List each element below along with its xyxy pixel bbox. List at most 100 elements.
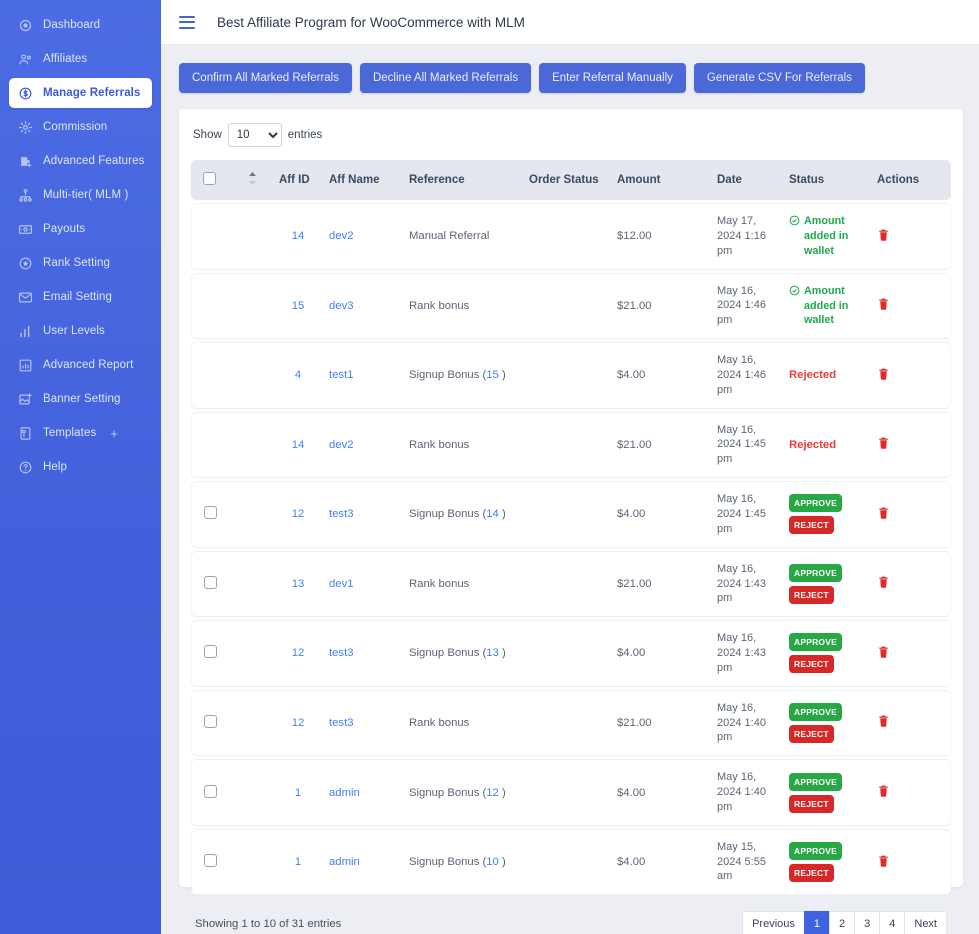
sidebar-item-affiliates[interactable]: Affiliates — [9, 44, 152, 74]
reject-button[interactable]: REJECT — [789, 585, 834, 604]
aff-id-link[interactable]: 15 — [292, 300, 305, 312]
delete-icon[interactable] — [877, 784, 890, 801]
select-all-checkbox[interactable] — [203, 172, 216, 185]
row-checkbox[interactable] — [204, 714, 217, 728]
reject-button[interactable]: REJECT — [789, 516, 834, 535]
aff-id-link[interactable]: 13 — [292, 578, 305, 590]
aff-id-link[interactable]: 14 — [292, 230, 305, 242]
aff-name-link[interactable]: dev3 — [329, 300, 354, 312]
sidebar-item-rank-setting[interactable]: Rank Setting — [9, 248, 152, 278]
delete-icon[interactable] — [877, 575, 890, 592]
sidebar-item-multi-tier-mlm[interactable]: Multi-tier( MLM ) — [9, 180, 152, 210]
row-checkbox[interactable] — [204, 506, 217, 520]
sidebar-item-banner-setting[interactable]: Banner Setting — [9, 384, 152, 414]
reference-text: Signup Bonus ( — [409, 508, 487, 521]
aff-name-link[interactable]: test3 — [329, 508, 354, 520]
pagination-1[interactable]: 1 — [803, 911, 830, 934]
column-header-amount[interactable]: Amount — [611, 160, 711, 200]
approve-button[interactable]: APPROVE — [789, 842, 842, 861]
aff-name-link[interactable]: test3 — [329, 717, 354, 729]
reject-button[interactable]: REJECT — [789, 864, 834, 883]
column-header-aff-name[interactable]: Aff Name — [323, 160, 403, 200]
cell-aff-name: test3 — [323, 481, 403, 548]
sidebar-item-expand-plus-icon[interactable]: + — [110, 426, 118, 441]
aff-name-link[interactable]: dev1 — [329, 578, 354, 590]
reference-order-link[interactable]: 13 — [486, 647, 499, 659]
sort-header[interactable] — [243, 160, 273, 200]
aff-id-link[interactable]: 4 — [295, 369, 301, 381]
aff-name-link[interactable]: dev2 — [329, 439, 354, 451]
column-header-status[interactable]: Status — [783, 160, 871, 200]
row-checkbox[interactable] — [204, 575, 217, 589]
column-header-order-status[interactable]: Order Status — [523, 160, 611, 200]
table-body: 14 dev2 Manual Referral $12.00 May 17, 2024 … — [191, 203, 951, 896]
sidebar-item-advanced-report[interactable]: Advanced Report — [9, 350, 152, 380]
delete-icon[interactable] — [877, 645, 890, 662]
cell-amount: $4.00 — [611, 828, 711, 896]
aff-name-link[interactable]: admin — [329, 787, 360, 799]
cell-aff-id: 4 — [273, 342, 323, 409]
enter-referral-manually-button[interactable]: Enter Referral Manually — [539, 63, 686, 93]
delete-icon[interactable] — [877, 854, 890, 871]
reject-button[interactable]: REJECT — [789, 655, 834, 674]
approve-button[interactable]: APPROVE — [789, 772, 842, 791]
table-row: 1 admin Signup Bonus (10 ) $4.00 May 15, 202… — [191, 828, 951, 896]
aff-id-link[interactable]: 1 — [295, 856, 301, 868]
column-header-date[interactable]: Date — [711, 160, 783, 200]
sidebar-item-help[interactable]: Help — [9, 452, 152, 482]
generate-csv-for-referrals-button[interactable]: Generate CSV For Referrals — [693, 63, 865, 93]
aff-name-link[interactable]: test1 — [329, 369, 354, 381]
delete-icon[interactable] — [877, 228, 890, 245]
approve-button[interactable]: APPROVE — [789, 563, 842, 582]
aff-id-link[interactable]: 14 — [292, 439, 305, 451]
sidebar-item-dashboard[interactable]: Dashboard — [9, 10, 152, 40]
approve-button[interactable]: APPROVE — [789, 702, 842, 721]
entries-per-page-select[interactable]: 102550100 — [227, 123, 282, 147]
column-header-reference[interactable]: Reference — [403, 160, 523, 200]
aff-id-link[interactable]: 12 — [292, 717, 305, 729]
sidebar-item-commission[interactable]: Commission — [9, 112, 152, 142]
row-checkbox[interactable] — [204, 784, 217, 798]
pagination-3[interactable]: 3 — [854, 911, 881, 934]
column-header-aff-id[interactable]: Aff ID — [273, 160, 323, 200]
delete-icon[interactable] — [877, 367, 890, 384]
aff-id-link[interactable]: 12 — [292, 647, 305, 659]
sidebar-item-label: Help — [43, 461, 68, 473]
confirm-all-marked-referrals-button[interactable]: Confirm All Marked Referrals — [179, 63, 352, 93]
reject-button[interactable]: REJECT — [789, 794, 834, 813]
cell-order-status — [523, 689, 611, 757]
delete-icon[interactable] — [877, 506, 890, 523]
sidebar-item-manage-referrals[interactable]: Manage Referrals — [9, 78, 152, 108]
reference-order-link[interactable]: 14 — [486, 508, 499, 520]
delete-icon[interactable] — [877, 714, 890, 731]
sidebar-item-email-setting[interactable]: Email Setting — [9, 282, 152, 312]
sidebar-item-templates[interactable]: Templates + — [9, 418, 152, 448]
aff-name-link[interactable]: test3 — [329, 647, 354, 659]
delete-icon[interactable] — [877, 436, 890, 453]
row-select-cell — [191, 689, 243, 757]
referrals-card: Show 102550100 entries — [179, 109, 963, 934]
row-checkbox[interactable] — [204, 854, 217, 868]
aff-id-link[interactable]: 1 — [295, 787, 301, 799]
approve-button[interactable]: APPROVE — [789, 494, 842, 513]
pagination-next[interactable]: Next — [904, 911, 947, 934]
sidebar-item-payouts[interactable]: Payouts — [9, 214, 152, 244]
aff-name-link[interactable]: dev2 — [329, 230, 354, 242]
reference-order-link[interactable]: 12 — [486, 787, 499, 799]
pagination-4[interactable]: 4 — [879, 911, 906, 934]
aff-name-link[interactable]: admin — [329, 856, 360, 868]
reject-button[interactable]: REJECT — [789, 724, 834, 743]
sidebar-item-advanced-features[interactable]: Advanced Features — [9, 146, 152, 176]
question-circle-icon — [17, 459, 33, 475]
row-checkbox[interactable] — [204, 645, 217, 659]
reference-order-link[interactable]: 10 — [486, 856, 499, 868]
delete-icon[interactable] — [877, 297, 890, 314]
reference-order-link[interactable]: 15 — [486, 369, 499, 381]
aff-id-link[interactable]: 12 — [292, 508, 305, 520]
decline-all-marked-referrals-button[interactable]: Decline All Marked Referrals — [359, 63, 532, 93]
pagination-2[interactable]: 2 — [829, 911, 856, 934]
hamburger-icon[interactable] — [179, 15, 195, 29]
sidebar-item-user-levels[interactable]: User Levels — [9, 316, 152, 346]
approve-button[interactable]: APPROVE — [789, 633, 842, 652]
pagination-previous[interactable]: Previous — [742, 911, 805, 934]
